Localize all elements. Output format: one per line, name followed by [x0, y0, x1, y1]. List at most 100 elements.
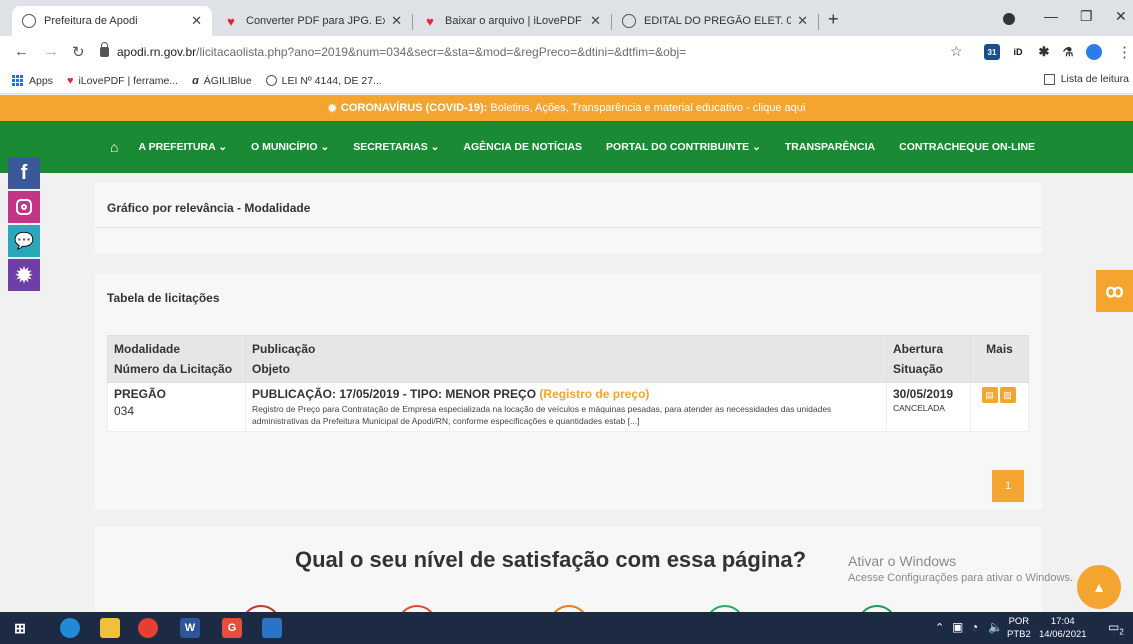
- tray-volume-icon[interactable]: 🔈: [988, 620, 1003, 634]
- table-section-title: Tabela de licitações: [107, 291, 220, 305]
- forward-arrow-icon[interactable]: →: [44, 43, 59, 60]
- url-host: apodi.rn.gov.br: [117, 45, 197, 59]
- nav-o-municipio[interactable]: O MUNICÍPIO ⌄: [251, 141, 329, 153]
- lab-flask-icon[interactable]: ⚗: [1060, 44, 1076, 60]
- pdf-app-icon[interactable]: G: [222, 618, 242, 638]
- chrome-icon[interactable]: [138, 618, 158, 638]
- chart-section: Gráfico por relevância - Modalidade: [95, 183, 1042, 253]
- globe-icon: [22, 14, 36, 28]
- taskbar-clock[interactable]: 17:04 14/06/2021: [1039, 615, 1087, 641]
- survey-question: Qual o seu nível de satisfação com essa …: [295, 547, 807, 572]
- close-tab-icon[interactable]: ✕: [191, 13, 202, 29]
- tab-baixar-arquivo[interactable]: ♥ Baixar o arquivo | iLovePDF ✕: [413, 6, 611, 36]
- restore-button[interactable]: ❐: [1080, 8, 1093, 25]
- bookmark-label: Apps: [29, 74, 53, 87]
- word-icon[interactable]: W: [180, 618, 200, 638]
- notification-center-icon[interactable]: ▭2: [1108, 620, 1124, 636]
- bookmark-ilovepdf[interactable]: ♥ iLovePDF | ferrame...: [67, 75, 178, 87]
- nav-agencia-noticias[interactable]: AGÊNCIA DE NOTÍCIAS: [463, 141, 582, 153]
- facebook-icon[interactable]: f: [8, 157, 40, 189]
- minimize-button[interactable]: —: [1044, 8, 1058, 24]
- windows-start-icon[interactable]: ⊞: [10, 618, 30, 638]
- extension-calendar-icon[interactable]: 31: [984, 44, 1000, 60]
- edge-browser-icon[interactable]: [60, 618, 80, 638]
- numero-value: 034: [114, 404, 135, 418]
- nav-portal-contribuinte[interactable]: PORTAL DO CONTRIBUINTE ⌄: [606, 141, 761, 153]
- virus-icon[interactable]: ✹: [8, 259, 40, 291]
- licitacoes-table: Modalidade Número da Licitação Publicaçã…: [107, 335, 1029, 432]
- rating-good-icon[interactable]: [705, 605, 745, 612]
- bookmarks-bar: Apps ♥ iLovePDF | ferrame... ɑ ÁGILIBlue…: [0, 68, 1133, 94]
- nav-transparencia[interactable]: TRANSPARÊNCIA: [785, 141, 875, 153]
- bookmark-agiliblue[interactable]: ɑ ÁGILIBlue: [192, 75, 252, 87]
- pagination-page-button[interactable]: 1: [992, 470, 1024, 502]
- pdf-file-icon[interactable]: ▧: [999, 387, 1016, 403]
- virus-icon: ✹: [327, 102, 337, 115]
- bookmark-apps[interactable]: Apps: [12, 75, 53, 87]
- extensions-puzzle-icon[interactable]: ✱: [1036, 44, 1052, 60]
- chat-bubble-icon[interactable]: 💬: [8, 225, 40, 257]
- profile-avatar-icon[interactable]: [1086, 44, 1102, 60]
- reading-list-button[interactable]: Lista de leitura: [1043, 73, 1129, 85]
- instagram-icon[interactable]: [8, 191, 40, 223]
- agili-icon: ɑ: [192, 74, 199, 87]
- header-label: Publicação: [252, 342, 316, 356]
- address-bar[interactable]: apodi.rn.gov.br /licitacaolista.php?ano=…: [100, 40, 970, 64]
- windows-taskbar: ⊞ W G ⌃ ▣ ◔ 🔈 POR PTB2 17:04 14/06/2021 …: [0, 612, 1133, 644]
- tray-chevron-icon[interactable]: ⌃: [935, 621, 944, 634]
- globe-icon: [265, 75, 277, 86]
- close-tab-icon[interactable]: ✕: [391, 13, 402, 29]
- tab-converter-pdf[interactable]: ♥ Converter PDF para JPG. Extraia i ✕: [214, 6, 412, 36]
- menu-kebab-icon[interactable]: ⋮: [1117, 43, 1132, 61]
- close-tab-icon[interactable]: ✕: [590, 13, 601, 29]
- nav-a-prefeitura[interactable]: A PREFEITURA ⌄: [138, 141, 227, 153]
- rating-very-bad-icon[interactable]: [241, 605, 281, 612]
- covid-banner[interactable]: ✹ CORONAVÍRUS (COVID-19): Boletins, Açõe…: [0, 95, 1133, 121]
- new-tab-button[interactable]: +: [828, 9, 839, 30]
- tab-edital-pregao[interactable]: EDITAL DO PREGÃO ELET. 014-2( ✕: [612, 6, 818, 36]
- file-explorer-icon[interactable]: [100, 618, 120, 638]
- nav-secretarias[interactable]: SECRETARIAS ⌄: [353, 141, 439, 153]
- back-arrow-icon[interactable]: ←: [14, 43, 29, 60]
- rating-very-good-icon[interactable]: [857, 605, 897, 612]
- reading-list-label: Lista de leitura: [1060, 73, 1129, 85]
- globe-icon: [622, 14, 636, 28]
- bookmark-star-icon[interactable]: ☆: [950, 43, 963, 60]
- nav-contracheque[interactable]: CONTRACHEQUE ON-LINE: [899, 141, 1035, 153]
- close-window-button[interactable]: ✕: [1115, 8, 1127, 25]
- document-icon[interactable]: ▤: [981, 387, 998, 403]
- header-abertura: Abertura Situação: [886, 335, 971, 383]
- header-label: Abertura: [893, 342, 944, 356]
- table-row[interactable]: PREGÃO 034 PUBLICAÇÃO: 17/05/2019 - TIPO…: [107, 382, 1029, 432]
- tray-network-icon[interactable]: ▣: [952, 620, 963, 634]
- rating-neutral-icon[interactable]: [549, 605, 589, 612]
- publicacao-value: PUBLICAÇÃO: 17/05/2019 - TIPO: MENOR PRE…: [252, 387, 537, 401]
- publicacao-heading: PUBLICAÇÃO: 17/05/2019 - TIPO: MENOR PRE…: [252, 387, 880, 401]
- input-language[interactable]: POR PTB2: [1007, 615, 1031, 641]
- apps-grid-icon: [12, 75, 23, 86]
- page-viewport: ✹ CORONAVÍRUS (COVID-19): Boletins, Açõe…: [0, 95, 1133, 612]
- profile-dot-icon[interactable]: [1003, 13, 1015, 25]
- rating-bad-icon[interactable]: [397, 605, 437, 612]
- objeto-text: Registro de Preço para Contratação de Em…: [252, 404, 832, 426]
- home-icon[interactable]: ⌂: [110, 139, 118, 155]
- tab-title: Prefeitura de Apodi: [44, 15, 138, 27]
- tray-wifi-icon[interactable]: ◔: [971, 620, 978, 634]
- covid-banner-text: Boletins, Ações, Transparência e materia…: [490, 102, 806, 114]
- odnoklassniki-icon[interactable]: ꝏ: [1096, 270, 1133, 312]
- extension-id-icon[interactable]: iD: [1010, 44, 1026, 60]
- url-path: /licitacaolista.php?ano=2019&num=034&sec…: [196, 45, 687, 59]
- table-header-row: Modalidade Número da Licitação Publicaçã…: [107, 335, 1029, 383]
- lang-line1: POR: [1008, 616, 1030, 627]
- abertura-date: 30/05/2019: [893, 387, 954, 401]
- close-tab-icon[interactable]: ✕: [797, 13, 808, 29]
- scroll-to-top-button[interactable]: ▲: [1077, 565, 1121, 609]
- photos-icon[interactable]: [262, 618, 282, 638]
- modalidade-value: PREGÃO: [114, 387, 167, 401]
- situacao-value: CANCELADA: [893, 403, 945, 413]
- reload-icon[interactable]: ↻: [72, 43, 85, 61]
- watermark-line1: Ativar o Windows: [848, 553, 957, 569]
- bookmark-lei-4144[interactable]: LEI Nº 4144, DE 27...: [265, 75, 382, 87]
- tab-prefeitura-apodi[interactable]: Prefeitura de Apodi ✕: [12, 6, 212, 36]
- header-modalidade: Modalidade Número da Licitação: [107, 335, 246, 383]
